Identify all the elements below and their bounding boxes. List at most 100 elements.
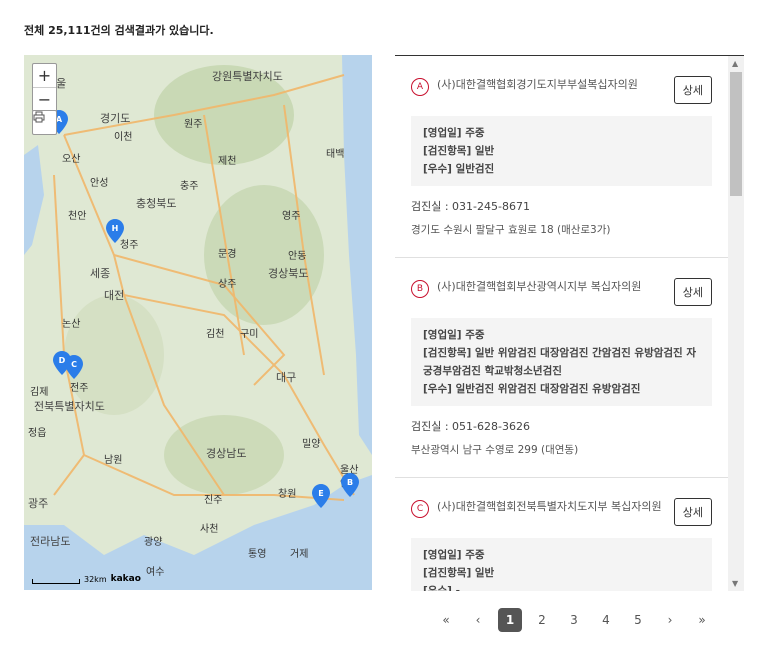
info-box: [영업일] 주중 [검진항목] 일반 [우수] -	[411, 538, 712, 591]
kakao-logo: kakao	[110, 574, 141, 584]
map-label: 전주	[70, 383, 89, 394]
map-label: 정읍	[28, 428, 47, 439]
map-label: 천안	[68, 211, 87, 222]
map-label: 태백	[326, 149, 345, 160]
zoom-out-button[interactable]: −	[33, 87, 56, 111]
map-marker[interactable]: E	[312, 484, 330, 508]
map-scale: 32km kakao	[32, 574, 141, 584]
map-label: 대구	[276, 371, 297, 384]
marker-letter: B	[347, 478, 353, 487]
item-letter-badge: B	[411, 280, 429, 298]
scroll-up-icon[interactable]: ▲	[732, 59, 738, 68]
map-label: 오산	[62, 154, 81, 165]
map-label: 전북특별자치도	[34, 400, 105, 413]
scroll-down-icon[interactable]: ▼	[732, 579, 738, 588]
result-count: 전체 25,111건의 검색결과가 있습니다.	[24, 24, 214, 37]
map-marker[interactable]: H	[106, 219, 124, 243]
marker-letter: C	[71, 360, 77, 369]
detail-button[interactable]: 상세	[673, 278, 712, 306]
map-label: 남원	[104, 455, 123, 466]
map-label: 밀양	[302, 439, 321, 450]
last-page-button[interactable]: »	[686, 608, 718, 632]
map[interactable]: 서울 강원특별자치도 경기도 이천 오산 원주 제천 태백 충주 충청북도 안성…	[24, 55, 372, 590]
address: 경기도 수원시 팔달구 효원로 18 (매산로3가)	[411, 224, 611, 236]
map-label: 김천	[206, 329, 225, 340]
info-line: [우수] 일반검진	[423, 163, 495, 175]
zoom-control: + −	[32, 63, 57, 112]
facility-name: (사)대한결핵협회부산광역시지부 복십자의원	[437, 280, 642, 293]
scale-bar	[32, 579, 80, 584]
item-letter-badge: A	[411, 78, 429, 96]
info-line: [영업일] 주중	[423, 549, 485, 561]
map-label: 거제	[290, 549, 309, 560]
list-item: C (사)대한결핵협회전북특별자치도지부 복십자의원 상세 [영업일] 주중 […	[395, 478, 728, 591]
map-label: 경상남도	[206, 447, 247, 460]
map-label: 충주	[180, 181, 199, 192]
map-label: 통영	[248, 549, 267, 560]
map-label: 세종	[90, 267, 111, 280]
map-label: 대전	[104, 289, 125, 302]
info-box: [영업일] 주중 [검진항목] 일반 위암검진 대장암검진 간암검진 유방암검진…	[411, 318, 712, 406]
map-marker[interactable]: C	[65, 355, 83, 379]
page-button[interactable]: 3	[558, 608, 590, 632]
map-label: 사천	[200, 524, 219, 535]
map-label: 구미	[240, 329, 259, 340]
first-page-button[interactable]: «	[430, 608, 462, 632]
map-label: 경기도	[100, 112, 131, 125]
pagination: « ‹ 1 2 3 4 5 › »	[430, 608, 718, 632]
info-line: [영업일] 주중	[423, 329, 485, 341]
phone-number: 검진실 : 031-245-8671	[411, 200, 530, 213]
map-label: 강원특별자치도	[212, 70, 283, 83]
map-label: 논산	[62, 319, 81, 330]
map-label: 전라남도	[30, 535, 71, 548]
info-line: [검진항목] 일반	[423, 145, 495, 157]
detail-button[interactable]: 상세	[673, 76, 712, 104]
map-label: 원주	[184, 119, 203, 130]
map-label: 상주	[218, 279, 237, 290]
list-item: B (사)대한결핵협회부산광역시지부 복십자의원 상세 [영업일] 주중 [검진…	[395, 258, 728, 478]
map-label: 문경	[218, 249, 237, 260]
map-label: 안성	[90, 178, 109, 189]
info-line: [우수] 일반검진 위암검진 대장암검진 유방암검진	[423, 383, 641, 395]
page-button[interactable]: 2	[526, 608, 558, 632]
info-line: [영업일] 주중	[423, 127, 485, 139]
print-button[interactable]	[32, 110, 57, 135]
prev-page-button[interactable]: ‹	[462, 608, 494, 632]
scrollbar[interactable]: ▲ ▼	[728, 56, 744, 591]
info-box: [영업일] 주중 [검진항목] 일반 [우수] 일반검진	[411, 116, 712, 186]
page-button[interactable]: 1	[494, 608, 526, 632]
map-label: 안동	[288, 251, 307, 262]
address: 부산광역시 남구 수영로 299 (대연동)	[411, 444, 579, 456]
map-label: 영주	[282, 211, 301, 222]
map-label: 여수	[146, 567, 165, 578]
map-label: 광주	[28, 497, 49, 510]
marker-letter: H	[112, 224, 119, 233]
map-label: 진주	[204, 495, 223, 506]
map-marker[interactable]: B	[341, 473, 359, 497]
page-button[interactable]: 5	[622, 608, 654, 632]
phone-number: 검진실 : 051-628-3626	[411, 420, 530, 433]
page-button[interactable]: 4	[590, 608, 622, 632]
list-item: A (사)대한결핵협회경기도지부부설복십자의원 상세 [영업일] 주중 [검진항…	[395, 56, 728, 258]
result-list[interactable]: A (사)대한결핵협회경기도지부부설복십자의원 상세 [영업일] 주중 [검진항…	[395, 55, 744, 591]
printer-icon	[33, 111, 45, 123]
info-line: [검진항목] 일반	[423, 567, 495, 579]
facility-name: (사)대한결핵협회전북특별자치도지부 복십자의원	[437, 500, 662, 513]
map-label: 충청북도	[136, 197, 177, 210]
info-line: [우수] -	[423, 585, 460, 591]
next-page-button[interactable]: ›	[654, 608, 686, 632]
facility-name: (사)대한결핵협회경기도지부부설복십자의원	[437, 78, 638, 91]
map-label: 경상북도	[268, 267, 309, 280]
page-number: 1	[498, 608, 522, 632]
map-label: 김제	[30, 387, 49, 398]
scale-label: 32km	[84, 575, 107, 584]
item-letter-badge: C	[411, 500, 429, 518]
scroll-thumb[interactable]	[730, 72, 742, 196]
map-label: 이천	[114, 132, 133, 143]
map-label: 광양	[144, 537, 163, 548]
detail-button[interactable]: 상세	[673, 498, 712, 526]
map-label: 창원	[278, 489, 297, 500]
marker-letter: E	[318, 489, 323, 498]
zoom-in-button[interactable]: +	[33, 64, 56, 87]
map-label: 제천	[218, 156, 237, 167]
